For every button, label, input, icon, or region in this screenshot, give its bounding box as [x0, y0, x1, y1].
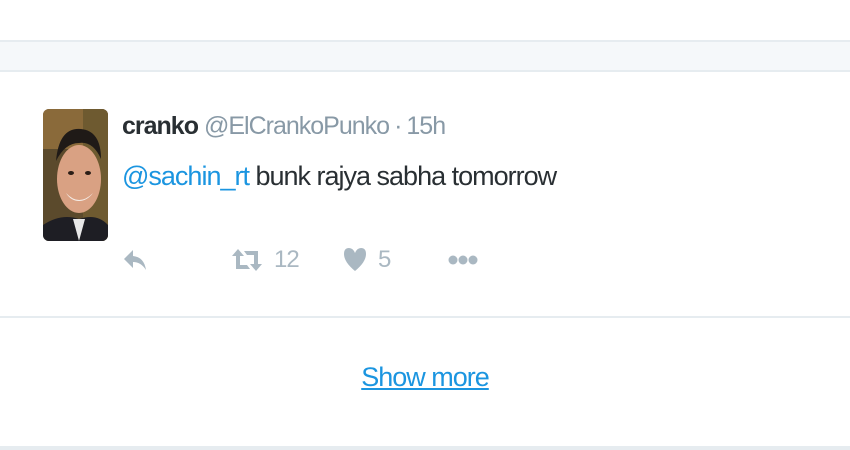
bottom-divider: [0, 446, 850, 450]
more-options-button[interactable]: [448, 240, 478, 280]
retweet-button[interactable]: 12: [232, 240, 300, 280]
like-button[interactable]: 5: [344, 240, 391, 280]
mention-link[interactable]: @sachin_rt: [122, 161, 250, 191]
tweet-text: @sachin_rt bunk rajya sabha tomorrow: [122, 161, 557, 192]
timeline: cranko @ElCrankoPunko · 15h @sachin_rt b…: [0, 0, 850, 450]
like-count: 5: [378, 246, 391, 273]
reply-button[interactable]: [122, 240, 148, 280]
previous-tweet-tail: [0, 0, 850, 40]
tweet-header: cranko @ElCrankoPunko · 15h: [122, 112, 446, 146]
header-separator: ·: [394, 112, 402, 140]
heart-icon[interactable]: [344, 0, 360, 2]
tweet-body: bunk rajya sabha tomorrow: [248, 161, 557, 191]
tweet[interactable]: cranko @ElCrankoPunko · 15h @sachin_rt b…: [0, 72, 850, 318]
retweet-count: 12: [274, 246, 300, 273]
reply-icon: [124, 250, 146, 270]
show-more-area: Show more: [0, 318, 850, 446]
retweet-icon[interactable]: [236, 0, 258, 2]
user-handle[interactable]: @ElCrankoPunko: [204, 112, 390, 141]
display-name[interactable]: cranko: [122, 112, 199, 141]
avatar[interactable]: [43, 109, 108, 241]
more-dots-icon: [448, 255, 478, 265]
retweet-icon: [232, 249, 262, 271]
show-more-link[interactable]: Show more: [0, 362, 850, 393]
timeline-divider: [0, 40, 850, 72]
tweet-timestamp[interactable]: 15h: [406, 112, 446, 141]
tweet-actions: 12 5: [122, 240, 522, 280]
heart-icon: [344, 248, 366, 271]
